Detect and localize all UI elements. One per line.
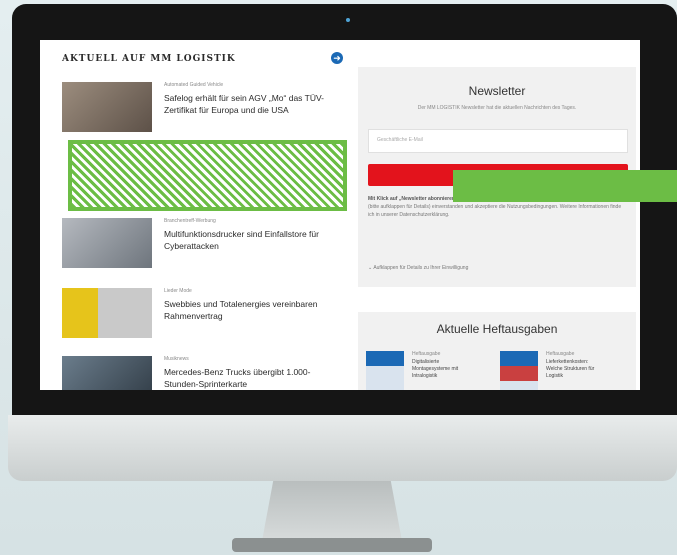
article-thumbnail[interactable]: [62, 218, 152, 268]
highlighted-ad-placeholder: [68, 140, 347, 211]
article-kicker: Musiknews: [164, 356, 189, 362]
article-headline[interactable]: Safelog erhält für sein AGV „Mo“ das TÜV…: [164, 92, 344, 116]
article-item[interactable]: Lieder Mode Swebbies und Totalenergies v…: [60, 288, 350, 342]
newsletter-subtitle: Der MM LOGISTIK Newsletter hat die aktue…: [417, 105, 577, 111]
arrow-right-icon[interactable]: ➜: [331, 52, 343, 64]
article-kicker: Automated Guided Vehicle: [164, 82, 224, 88]
issue-cover[interactable]: [500, 351, 538, 390]
email-field[interactable]: Geschäftliche E-Mail: [368, 129, 628, 153]
issues-title: Aktuelle Heftausgaben: [436, 322, 558, 336]
news-column: AKTUELL AUF MM LOGISTIK ➜ Automated Guid…: [60, 40, 350, 390]
website-screen: AKTUELL AUF MM LOGISTIK ➜ Automated Guid…: [40, 40, 640, 390]
highlight-overlay-bar: [453, 170, 677, 202]
issue-cover[interactable]: [366, 351, 404, 390]
article-item[interactable]: Musiknews Mercedes-Benz Trucks übergibt …: [60, 356, 350, 390]
article-thumbnail[interactable]: [62, 356, 152, 390]
article-item[interactable]: Automated Guided Vehicle Safelog erhält …: [60, 82, 350, 136]
article-headline[interactable]: Mercedes-Benz Trucks übergibt 1.000-Stun…: [164, 366, 344, 390]
issue-kicker: Heftausgabe: [412, 351, 441, 357]
article-kicker: Branchentreff-Werbung: [164, 218, 216, 224]
issue-kicker: Heftausgabe: [546, 351, 575, 357]
article-thumbnail[interactable]: [62, 82, 152, 132]
issues-box: Aktuelle Heftausgaben Heftausgabe Digita…: [358, 312, 636, 390]
monitor-chin: [8, 415, 677, 481]
consent-bold: Mit Klick auf „Newsletter abonnieren“: [368, 196, 458, 202]
monitor-stand: [262, 481, 402, 541]
article-kicker: Lieder Mode: [164, 288, 192, 294]
article-thumbnail[interactable]: [62, 288, 152, 338]
newsletter-title: Newsletter: [468, 84, 526, 98]
consent-toggle-label: Aufklappen für Details zu Ihrer Einwilli…: [373, 265, 469, 271]
consent-toggle[interactable]: ⌄ Aufklappen für Details zu Ihrer Einwil…: [368, 265, 468, 271]
issue-title[interactable]: Lieferkettenkosten: Welche Strukturen fü…: [546, 359, 606, 380]
article-headline[interactable]: Swebbies und Totalenergies vereinbaren R…: [164, 298, 344, 322]
camera-icon: [346, 18, 350, 22]
issue-title[interactable]: Digitalisierte Montagesysteme mit Intral…: [412, 359, 472, 380]
article-item[interactable]: Branchentreff-Werbung Multifunktionsdruc…: [60, 218, 350, 272]
monitor-foot: [232, 538, 432, 552]
section-title: AKTUELL AUF MM LOGISTIK: [62, 54, 236, 64]
article-headline[interactable]: Multifunktionsdrucker sind Einfallstore …: [164, 228, 344, 252]
